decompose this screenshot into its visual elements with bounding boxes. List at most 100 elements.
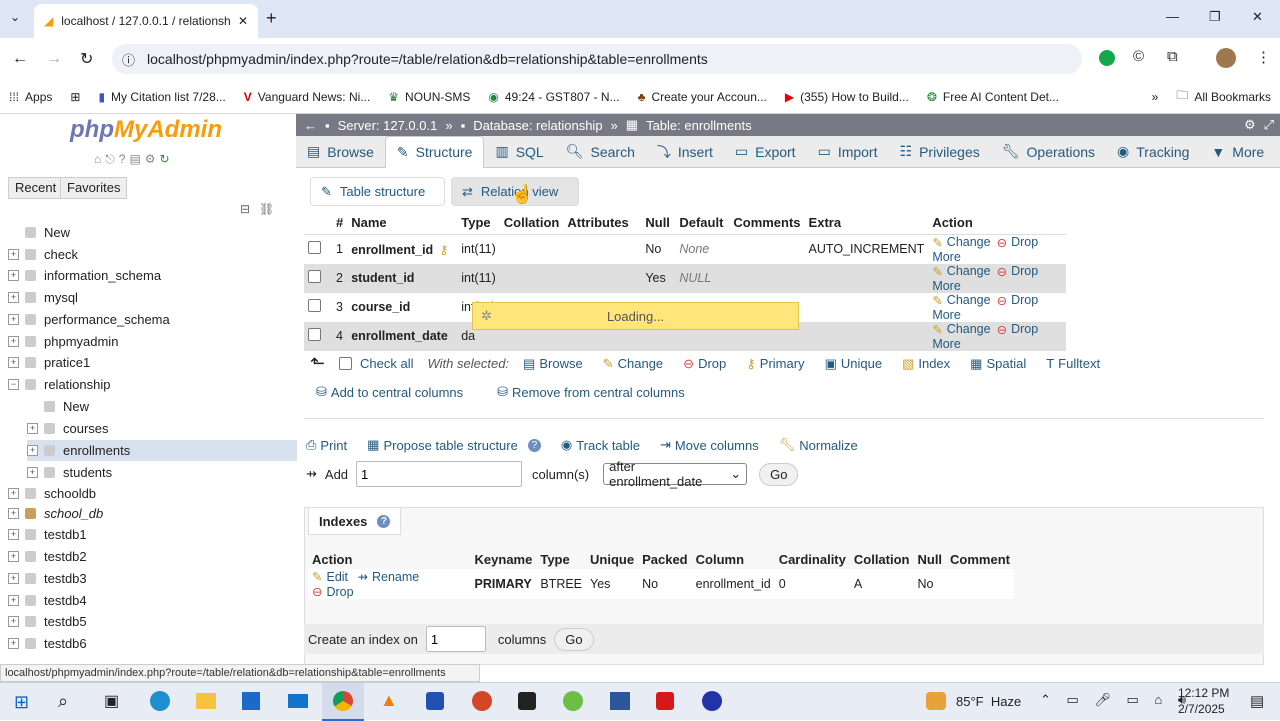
back-icon[interactable]: ← <box>12 50 28 68</box>
bulk-fulltext-button[interactable]: T Fulltext <box>1046 356 1100 371</box>
tree-item-pratice1[interactable]: + pratice1 <box>8 352 90 373</box>
row-more-button[interactable]: More <box>932 250 960 264</box>
browser-tab[interactable]: ◢ localhost / 127.0.0.1 / relationsh ✕ <box>34 4 258 38</box>
add-central-columns-button[interactable]: ⛁ Add to central columns <box>316 384 463 400</box>
remove-central-columns-button[interactable]: ⛁ Remove from central columns <box>497 384 685 400</box>
favorites-tab[interactable]: Favorites <box>60 177 128 199</box>
tree-item-courses[interactable]: + courses <box>27 418 109 439</box>
word-icon[interactable] <box>610 692 630 710</box>
add-columns-go-button[interactable]: Go <box>759 462 799 486</box>
tree-item-testdb3[interactable]: + testdb3 <box>8 568 87 589</box>
bulk-browse-button[interactable]: ▤ Browse <box>523 356 583 372</box>
expand-icon[interactable]: + <box>8 270 19 281</box>
link-icon[interactable]: ⛓ <box>259 202 274 216</box>
new-tab-icon[interactable]: + <box>266 8 277 29</box>
close-tab-icon[interactable]: ✕ <box>238 14 248 28</box>
tree-item-relationship[interactable]: − relationship <box>8 374 111 395</box>
app-round-icon[interactable] <box>702 691 722 711</box>
bulk-unique-button[interactable]: ▣ Unique <box>825 356 883 372</box>
bulk-primary-button[interactable]: ⚷ Primary <box>746 356 804 372</box>
bookmark-apps[interactable]: ⁞⁞⁞ Apps <box>0 90 61 104</box>
row-checkbox[interactable] <box>308 241 321 254</box>
bookmark-grid[interactable]: ⊞ <box>61 90 89 104</box>
row-checkbox[interactable] <box>308 299 321 312</box>
expand-icon[interactable]: + <box>8 357 19 368</box>
bulk-spatial-button[interactable]: ▦ Spatial <box>970 356 1026 372</box>
maximize-icon[interactable]: ❐ <box>1209 9 1221 25</box>
breadcrumb-server[interactable]: Server: 127.0.0.1 <box>338 118 438 133</box>
bookmark-noun[interactable]: ♛ NOUN-SMS <box>379 90 479 104</box>
tray-icons[interactable]: ⌃ ▭ 🎤︎ ▭ ⌂ 🔊︎ <box>1040 692 1192 708</box>
expand-icon[interactable]: + <box>8 488 19 499</box>
expand-icon[interactable]: + <box>27 445 38 456</box>
collapse-all-icon[interactable]: ⊟ <box>240 202 250 216</box>
tree-item-testdb5[interactable]: + testdb5 <box>8 611 87 632</box>
tree-item-performance-schema[interactable]: + performance_schema <box>8 309 170 330</box>
row-change-button[interactable]: ✎ Change <box>932 322 990 337</box>
mail-icon[interactable] <box>288 694 308 708</box>
store-icon[interactable] <box>242 692 260 710</box>
field-name-value[interactable]: student_id <box>351 271 414 285</box>
tree-item-school-db[interactable]: + school_db <box>8 503 103 524</box>
bookmark-ai-content[interactable]: ❂ Free AI Content Det... <box>918 90 1068 104</box>
app-blue-icon[interactable] <box>426 692 444 710</box>
create-index-go-button[interactable]: Go <box>554 627 594 651</box>
row-drop-button[interactable]: ⊖ Drop <box>997 235 1039 250</box>
row-checkbox[interactable] <box>308 270 321 283</box>
create-index-columns-input[interactable] <box>425 626 486 652</box>
tree-item-schooldb[interactable]: + schooldb <box>8 483 96 504</box>
tree-item-testdb4[interactable]: + testdb4 <box>8 590 87 611</box>
breadcrumb-table[interactable]: Table: enrollments <box>646 118 752 133</box>
tree-item-phpmyadmin[interactable]: + phpmyadmin <box>8 331 118 352</box>
propose-structure-button[interactable]: ▦ Propose table structure? <box>367 437 541 453</box>
powerpoint-icon[interactable] <box>472 691 492 711</box>
indexes-title[interactable]: Indexes ? <box>308 507 402 535</box>
tab-import[interactable]: ▭ Import <box>807 136 889 168</box>
row-change-button[interactable]: ✎ Change <box>932 264 990 279</box>
clock-time[interactable]: 12:12 PM <box>1178 686 1229 700</box>
weather-text[interactable]: 85°F Haze <box>956 694 1021 709</box>
notifications-icon[interactable]: ▤ <box>1250 692 1264 710</box>
recent-tab[interactable]: Recent <box>8 177 64 199</box>
index-rename-button[interactable]: ⇸ Rename <box>358 569 420 585</box>
help-icon[interactable]: ? <box>527 438 541 452</box>
check-all-checkbox[interactable] <box>339 357 353 370</box>
clock-date[interactable]: 2/7/2025 <box>1178 702 1225 716</box>
tree-item-testdb1[interactable]: + testdb1 <box>8 524 87 545</box>
windows-start-icon[interactable]: ⊞ <box>14 692 29 713</box>
expand-icon[interactable]: + <box>8 249 19 260</box>
help-icon[interactable]: ? <box>377 514 391 528</box>
row-checkbox[interactable] <box>308 328 321 341</box>
tree-item-testdb6[interactable]: + testdb6 <box>8 633 87 654</box>
edge-icon[interactable] <box>150 691 170 711</box>
tree-item-enrollments[interactable]: + enrollments <box>27 440 297 461</box>
bookmark-gst807[interactable]: ◉ 49:24 - GST807 - N... <box>479 90 628 104</box>
tree-item-check[interactable]: + check <box>8 244 78 265</box>
column-position-select[interactable]: after enrollment_date ⌄ <box>603 459 748 489</box>
url-field[interactable]: ⓘ localhost/phpmyadmin/index.php?route=/… <box>112 44 1082 74</box>
collapse-icon[interactable]: − <box>8 379 19 390</box>
check-all-label[interactable]: Check all <box>360 356 413 371</box>
tree-item-new[interactable]: +New <box>27 396 89 417</box>
tab-export[interactable]: ▭ Export <box>724 136 807 168</box>
bulk-index-button[interactable]: ▧ Index <box>902 356 950 372</box>
expand-icon[interactable]: + <box>8 292 19 303</box>
track-table-button[interactable]: ◉ Track table <box>561 437 640 453</box>
row-more-button[interactable]: More <box>932 337 960 351</box>
expand-icon[interactable]: + <box>8 314 19 325</box>
reload-icon[interactable]: ↻ <box>80 49 93 69</box>
task-view-icon[interactable]: ▣ <box>104 691 119 711</box>
help-icon[interactable]: ? <box>119 152 126 167</box>
tab-tracking[interactable]: ◉ Tracking <box>1106 136 1200 168</box>
xampp-icon[interactable] <box>563 691 583 711</box>
extensions-icon[interactable]: ⧉ <box>1167 48 1178 65</box>
docs-icon[interactable]: ▤ <box>129 152 140 167</box>
menu-icon[interactable]: ⋮ <box>1256 48 1271 66</box>
tree-item-new[interactable]: +New <box>8 222 70 243</box>
fullscreen-icon[interactable]: ⤢ <box>1264 117 1274 133</box>
vlc-icon[interactable]: ▲ <box>380 690 398 711</box>
field-name-value[interactable]: enrollment_date <box>351 329 448 343</box>
tab-more[interactable]: ▼ More <box>1200 136 1275 168</box>
info-icon[interactable]: ⓘ <box>122 50 135 69</box>
tree-item-information-schema[interactable]: + information_schema <box>8 265 161 286</box>
